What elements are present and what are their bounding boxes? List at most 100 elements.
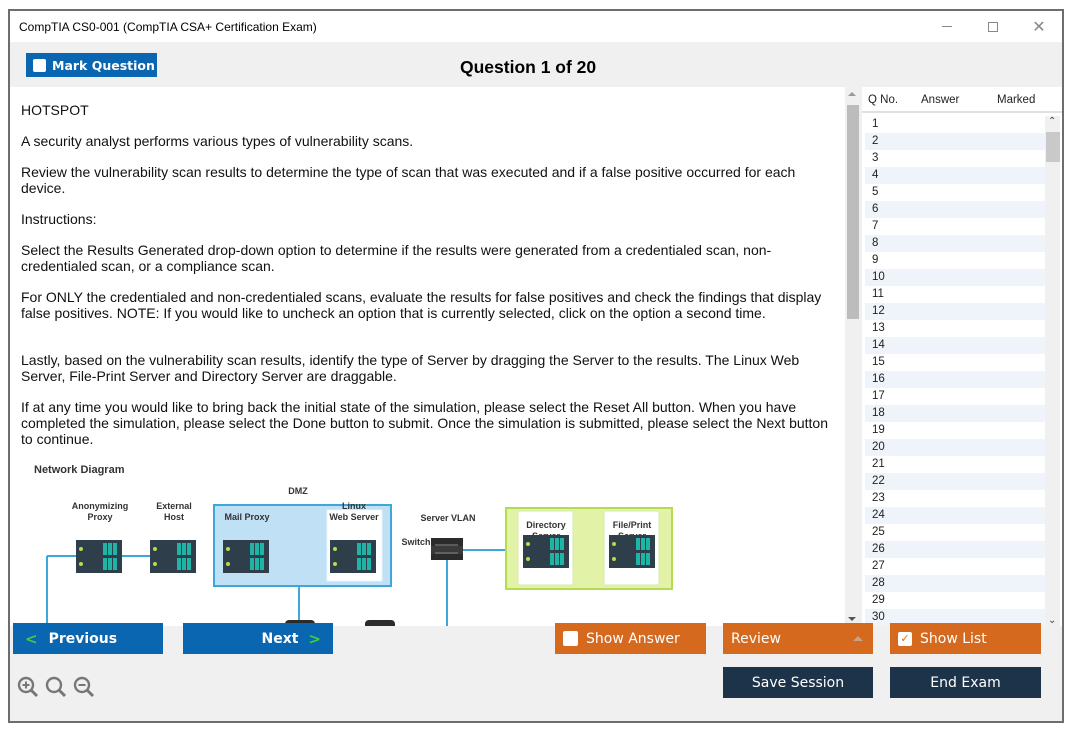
exam-window: CompTIA CS0-001 (CompTIA CSA+ Certificat…	[8, 9, 1064, 723]
mark-question-button[interactable]: Mark Question	[26, 53, 157, 77]
directory-server-label-1: Directory	[526, 520, 566, 530]
question-list-row[interactable]: 25	[865, 524, 1045, 541]
question-list-row[interactable]: 12	[865, 303, 1045, 320]
column-header-qno[interactable]: Q No.	[868, 94, 898, 106]
diagram-title: Network Diagram	[34, 464, 125, 476]
previous-label: Previous	[48, 630, 118, 647]
anonymizing-proxy-label-1: Anonymizing	[72, 501, 129, 511]
save-session-button[interactable]: Save Session	[723, 667, 873, 698]
content-scrollbar-thumb[interactable]	[847, 105, 859, 319]
question-list-row[interactable]: 8	[865, 235, 1045, 252]
question-list-row[interactable]: 7	[865, 218, 1045, 235]
show-answer-label: Show Answer	[586, 630, 680, 647]
question-list-row[interactable]: 1	[865, 116, 1045, 133]
question-list-rows: 1 2 3 4 5 6 7 8 9 10 11 12 13 14 15 16 17 18 19 20 21 22 23 24 2…	[865, 116, 1045, 626]
scroll-up-arrow-icon[interactable]	[848, 92, 856, 96]
end-exam-button[interactable]: End Exam	[890, 667, 1041, 698]
zoom-reset-icon[interactable]	[45, 676, 67, 703]
question-list-row[interactable]: 20	[865, 439, 1045, 456]
question-paragraph: If at any time you would like to bring b…	[21, 399, 829, 447]
question-list-row[interactable]: 28	[865, 575, 1045, 592]
question-list-row[interactable]: 4	[865, 167, 1045, 184]
chevron-up-icon[interactable]: ⌃	[1048, 116, 1056, 127]
minimize-icon	[942, 26, 952, 27]
instructions-heading: Instructions:	[21, 211, 97, 227]
mark-question-checkbox[interactable]	[33, 58, 46, 72]
router-icon	[365, 620, 395, 626]
next-label: Next	[261, 630, 299, 647]
directory-server-icon	[523, 535, 569, 568]
mail-proxy-server-icon	[223, 540, 269, 573]
external-host-label-2: Host	[164, 512, 184, 522]
content-scrollbar[interactable]	[845, 87, 860, 626]
show-list-checkbox[interactable]: ✓	[898, 631, 912, 646]
question-list-row[interactable]: 3	[865, 150, 1045, 167]
review-label: Review	[731, 630, 781, 647]
minimize-button[interactable]	[924, 11, 970, 42]
linux-web-server-label-1: Linux	[342, 501, 366, 511]
question-list-row[interactable]: 29	[865, 592, 1045, 609]
next-button[interactable]: Next >	[183, 623, 333, 654]
question-list-row[interactable]: 17	[865, 388, 1045, 405]
previous-button[interactable]: < Previous	[13, 623, 163, 654]
question-paragraph: Review the vulnerability scan results to…	[21, 164, 796, 196]
zoom-controls	[17, 676, 95, 703]
column-header-answer[interactable]: Answer	[921, 94, 959, 106]
question-list-row[interactable]: 27	[865, 558, 1045, 575]
question-list-row[interactable]: 9	[865, 252, 1045, 269]
show-answer-button[interactable]: Show Answer	[555, 623, 706, 654]
question-list-header: Q No. Answer Marked	[862, 87, 1062, 113]
zoom-in-icon[interactable]	[17, 676, 39, 703]
file-print-server-label-1: File/Print	[613, 520, 652, 530]
anonymizing-proxy-label-2: Proxy	[87, 512, 112, 522]
question-list-row[interactable]: 21	[865, 456, 1045, 473]
question-list-row[interactable]: 19	[865, 422, 1045, 439]
window-title: CompTIA CS0-001 (CompTIA CSA+ Certificat…	[19, 20, 317, 34]
question-type: HOTSPOT	[21, 102, 89, 118]
column-header-marked[interactable]: Marked	[997, 94, 1035, 106]
question-list-row[interactable]: 6	[865, 201, 1045, 218]
question-list-row[interactable]: 2	[865, 133, 1045, 150]
question-counter: Question 1 of 20	[460, 57, 597, 77]
server-icons	[76, 535, 655, 573]
question-list-row[interactable]: 10	[865, 269, 1045, 286]
question-list-row[interactable]: 14	[865, 337, 1045, 354]
show-list-button[interactable]: ✓ Show List	[890, 623, 1041, 654]
network-diagram: Network Diagram DMZ Anonymizing Proxy Ex…	[34, 464, 673, 626]
title-bar: CompTIA CS0-001 (CompTIA CSA+ Certificat…	[10, 11, 1062, 42]
question-list-row[interactable]: 26	[865, 541, 1045, 558]
question-list-row[interactable]: 18	[865, 405, 1045, 422]
review-dropdown[interactable]: Review	[723, 623, 873, 654]
question-list-scrollbar-thumb[interactable]	[1046, 132, 1060, 162]
question-list-row[interactable]: 13	[865, 320, 1045, 337]
end-exam-label: End Exam	[930, 674, 1001, 691]
external-host-server-icon	[150, 540, 196, 573]
show-answer-checkbox[interactable]	[563, 631, 578, 646]
linux-web-server-label-2: Web Server	[329, 512, 379, 522]
question-list-row[interactable]: 5	[865, 184, 1045, 201]
mark-question-label: Mark Question	[52, 57, 155, 73]
question-paragraph: Lastly, based on the vulnerability scan …	[21, 352, 800, 384]
question-paragraph: For ONLY the credentialed and non-creden…	[21, 289, 822, 321]
question-list-row[interactable]: 23	[865, 490, 1045, 507]
question-list-panel: Q No. Answer Marked 1 2 3 4 5 6 7 8 9 10 11 12 13 14 1…	[862, 87, 1062, 626]
zoom-out-icon[interactable]	[73, 676, 95, 703]
question-list-row[interactable]: 15	[865, 354, 1045, 371]
question-list-scrollbar[interactable]: ⌃ ⌄	[1045, 116, 1060, 626]
question-content: HOTSPOT A security analyst performs vari…	[10, 87, 845, 626]
chevron-down-icon[interactable]: ⌄	[1048, 615, 1056, 626]
switch-label: Switch	[401, 537, 430, 547]
close-button[interactable]: ✕	[1016, 11, 1062, 42]
server-vlan-label: Server VLAN	[420, 513, 475, 523]
chevron-left-icon: <	[25, 629, 38, 648]
show-list-label: Show List	[920, 630, 987, 647]
maximize-button[interactable]	[970, 11, 1016, 42]
question-list-row[interactable]: 24	[865, 507, 1045, 524]
external-host-label-1: External	[156, 501, 192, 511]
scroll-down-arrow-icon[interactable]	[848, 617, 856, 621]
close-icon: ✕	[1032, 16, 1046, 36]
maximize-icon	[988, 21, 998, 32]
question-list-row[interactable]: 11	[865, 286, 1045, 303]
question-list-row[interactable]: 22	[865, 473, 1045, 490]
question-list-row[interactable]: 16	[865, 371, 1045, 388]
